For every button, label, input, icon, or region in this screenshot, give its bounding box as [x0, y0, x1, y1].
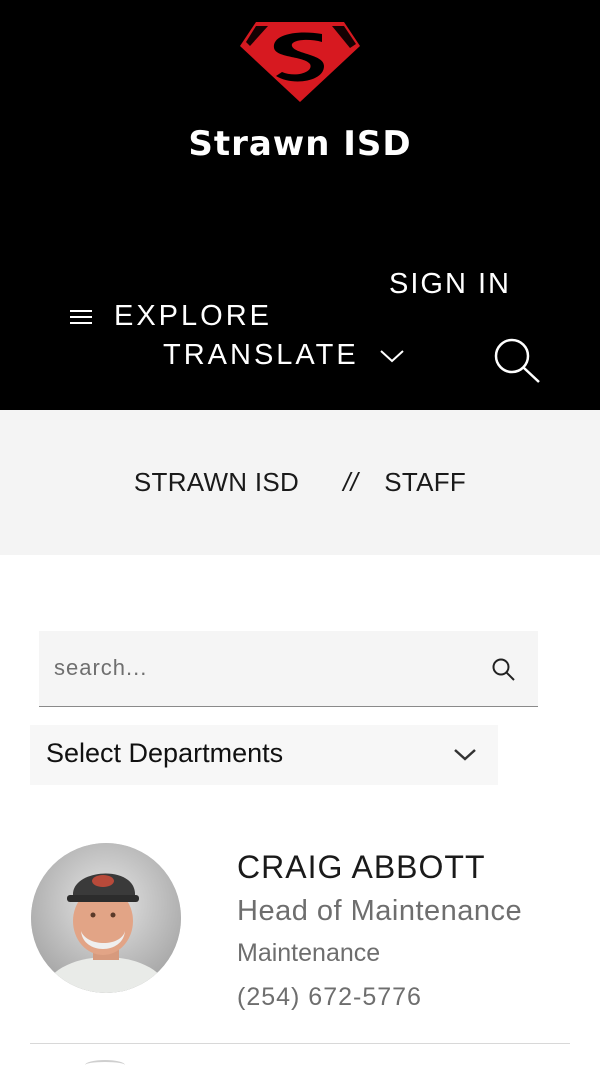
explore-label: EXPLORE — [114, 300, 272, 332]
staff-name: CRAIG ABBOTT — [237, 849, 486, 885]
breadcrumb-current: STAFF — [384, 467, 467, 497]
breadcrumb: STRAWN ISD // STAFF — [0, 467, 600, 498]
department-select-value: Select Departments — [46, 738, 284, 768]
staff-photo — [31, 843, 181, 993]
staff-phone-link[interactable]: (254) 672-5776 — [237, 983, 422, 1012]
search-input[interactable] — [54, 631, 474, 705]
staff-search-box — [39, 631, 538, 707]
search-icon[interactable] — [492, 336, 542, 384]
breadcrumb-separator: // — [343, 467, 359, 497]
sign-in-link[interactable]: SIGN IN — [389, 268, 511, 301]
staff-department: Maintenance — [237, 939, 381, 967]
translate-label: TRANSLATE — [163, 339, 359, 371]
chevron-down-icon — [379, 349, 404, 362]
site-title[interactable]: Strawn ISD — [0, 124, 600, 164]
next-staff-avatar — [85, 1060, 125, 1065]
breadcrumb-home-link[interactable]: STRAWN ISD — [134, 467, 299, 498]
staff-avatar[interactable] — [31, 843, 181, 993]
explore-menu-button[interactable]: EXPLORE — [70, 300, 272, 333]
search-icon[interactable] — [491, 657, 517, 683]
staff-card: CRAIG ABBOTT Head of Maintenance Mainten… — [0, 835, 600, 1045]
site-header: Strawn ISD SIGN IN EXPLORE TRANSLATE — [0, 0, 600, 410]
staff-title: Head of Maintenance — [237, 895, 523, 927]
translate-dropdown[interactable]: TRANSLATE — [163, 339, 405, 372]
chevron-down-icon — [454, 749, 476, 761]
hamburger-icon — [70, 308, 92, 326]
superman-shield-logo[interactable] — [238, 20, 362, 104]
department-select[interactable]: Select Departments — [30, 725, 498, 785]
staff-divider — [30, 1043, 570, 1044]
